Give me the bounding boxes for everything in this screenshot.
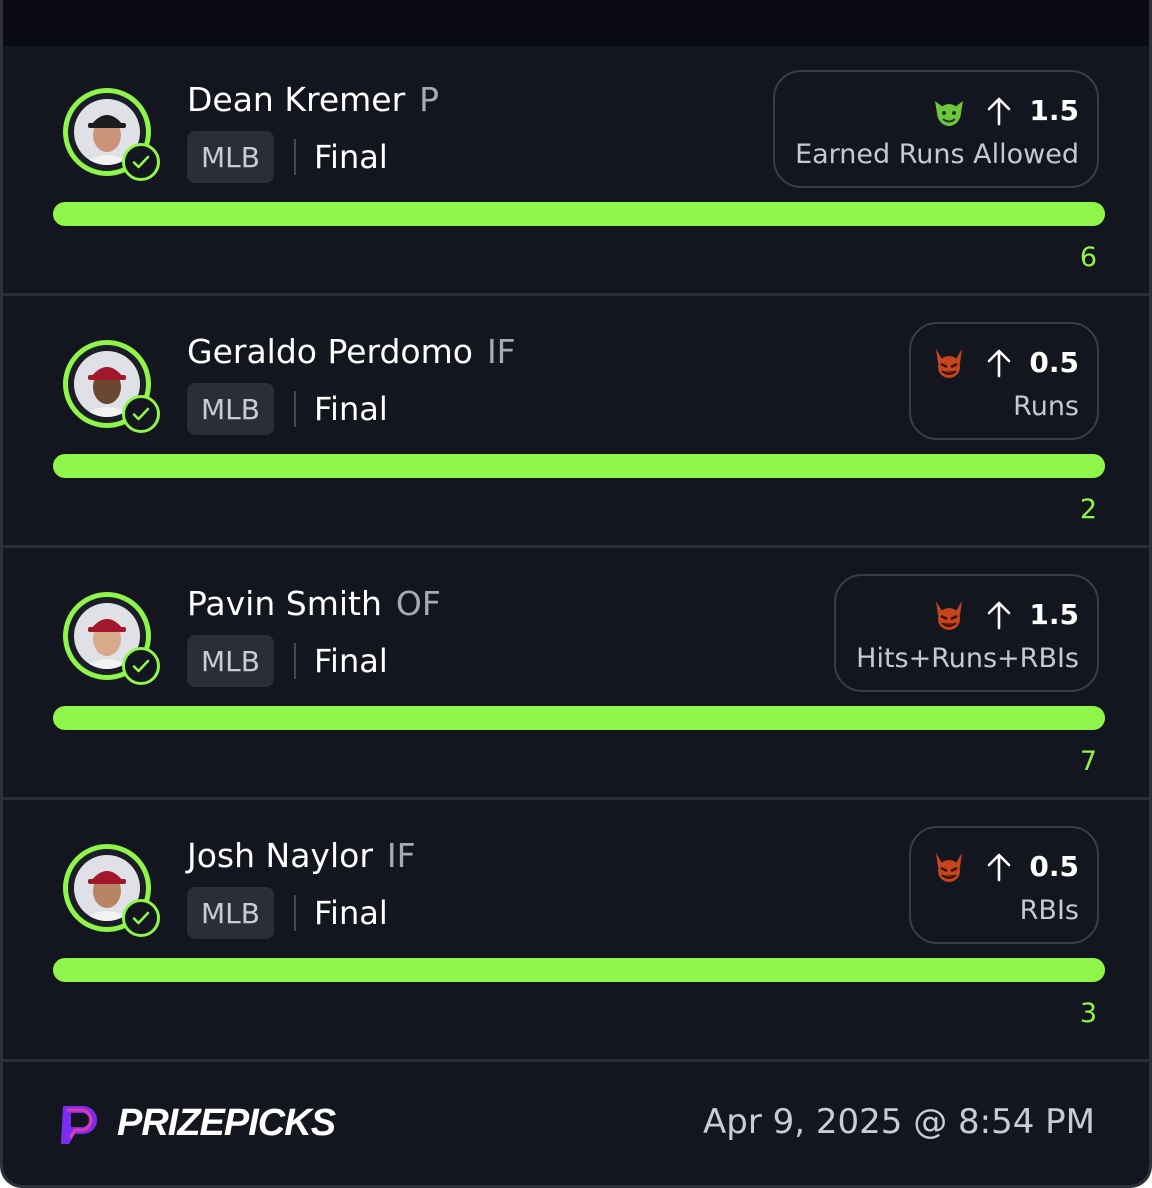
check-icon <box>122 899 160 937</box>
player-header: Geraldo Perdomo IF <box>187 332 516 372</box>
prizepicks-logo-icon <box>61 1106 97 1144</box>
arrow-up-icon <box>988 601 1011 629</box>
league-badge: MLB <box>187 131 274 183</box>
progress-fill <box>53 202 1105 226</box>
player-header: Josh Naylor IF <box>187 836 416 876</box>
entry-card: Dean Kremer P MLB Final 1.5 Earned Runs … <box>0 0 1152 1188</box>
game-status: Final <box>313 138 388 176</box>
game-status: Final <box>313 894 388 932</box>
projection-pill[interactable]: 1.5 Earned Runs Allowed <box>773 70 1099 188</box>
player-name: Pavin Smith <box>187 584 382 623</box>
projection-line: 1.5 <box>1029 94 1079 127</box>
player-position: OF <box>395 584 441 623</box>
projection-line: 0.5 <box>1029 346 1079 379</box>
game-meta: MLB Final <box>187 382 388 436</box>
player-avatar <box>63 844 160 937</box>
league-badge: MLB <box>187 383 274 435</box>
progress-bar <box>53 958 1105 982</box>
player-name: Geraldo Perdomo <box>187 332 473 371</box>
arrow-up-icon <box>988 349 1011 377</box>
actual-result: 2 <box>1079 494 1097 525</box>
check-icon <box>122 143 160 181</box>
league-badge: MLB <box>187 635 274 687</box>
progress-bar <box>53 202 1105 226</box>
demon-icon <box>936 600 963 630</box>
player-name: Josh Naylor <box>187 836 373 875</box>
pick-card[interactable]: Pavin Smith OF MLB Final 1.5 Hits+Runs+R… <box>3 550 1149 800</box>
game-status: Final <box>313 390 388 428</box>
game-meta: MLB Final <box>187 130 388 184</box>
player-name: Dean Kremer <box>187 80 406 119</box>
progress-bar <box>53 454 1105 478</box>
footer: PRIZEPICKS Apr 9, 2025 @ 8:54 PM <box>3 1062 1149 1185</box>
check-icon <box>122 647 160 685</box>
player-avatar <box>63 592 160 685</box>
top-bar <box>3 0 1149 46</box>
stat-type: Hits+Runs+RBIs <box>856 642 1079 674</box>
player-avatar <box>63 88 160 181</box>
brand-logo: PRIZEPICKS <box>55 1098 336 1148</box>
player-position: P <box>419 80 440 119</box>
projection-line: 0.5 <box>1029 850 1079 883</box>
projection-pill[interactable]: 0.5 RBIs <box>909 826 1099 944</box>
progress-bar <box>53 706 1105 730</box>
stat-type: Earned Runs Allowed <box>795 138 1079 170</box>
player-position: IF <box>486 332 516 371</box>
pick-card[interactable]: Dean Kremer P MLB Final 1.5 Earned Runs … <box>3 46 1149 296</box>
demon-icon <box>936 348 963 378</box>
player-header: Pavin Smith OF <box>187 584 441 624</box>
brand-name: PRIZEPICKS <box>117 1101 336 1144</box>
projection-pill[interactable]: 1.5 Hits+Runs+RBIs <box>834 574 1099 692</box>
player-position: IF <box>386 836 416 875</box>
arrow-up-icon <box>988 853 1011 881</box>
pick-card[interactable]: Geraldo Perdomo IF MLB Final 0.5 Runs 2 <box>3 298 1149 548</box>
actual-result: 3 <box>1079 998 1097 1029</box>
progress-fill <box>53 958 1105 982</box>
progress-fill <box>53 454 1105 478</box>
actual-result: 7 <box>1079 746 1097 777</box>
game-status: Final <box>313 642 388 680</box>
actual-result: 6 <box>1079 242 1097 273</box>
projection-pill[interactable]: 0.5 Runs <box>909 322 1099 440</box>
projection-line: 1.5 <box>1029 598 1079 631</box>
divider <box>293 139 296 175</box>
demon-icon <box>936 852 963 882</box>
divider <box>293 895 296 931</box>
progress-fill <box>53 706 1105 730</box>
league-badge: MLB <box>187 887 274 939</box>
player-avatar <box>63 340 160 433</box>
entry-timestamp: Apr 9, 2025 @ 8:54 PM <box>702 1102 1095 1142</box>
divider <box>293 643 296 679</box>
stat-type: Runs <box>1013 390 1079 422</box>
goblin-icon <box>935 100 964 126</box>
player-header: Dean Kremer P <box>187 80 439 120</box>
stat-type: RBIs <box>1019 894 1079 926</box>
divider <box>293 391 296 427</box>
pick-card[interactable]: Josh Naylor IF MLB Final 0.5 RBIs 3 <box>3 802 1149 1062</box>
check-icon <box>122 395 160 433</box>
game-meta: MLB Final <box>187 634 388 688</box>
arrow-up-icon <box>988 97 1011 125</box>
game-meta: MLB Final <box>187 886 388 940</box>
